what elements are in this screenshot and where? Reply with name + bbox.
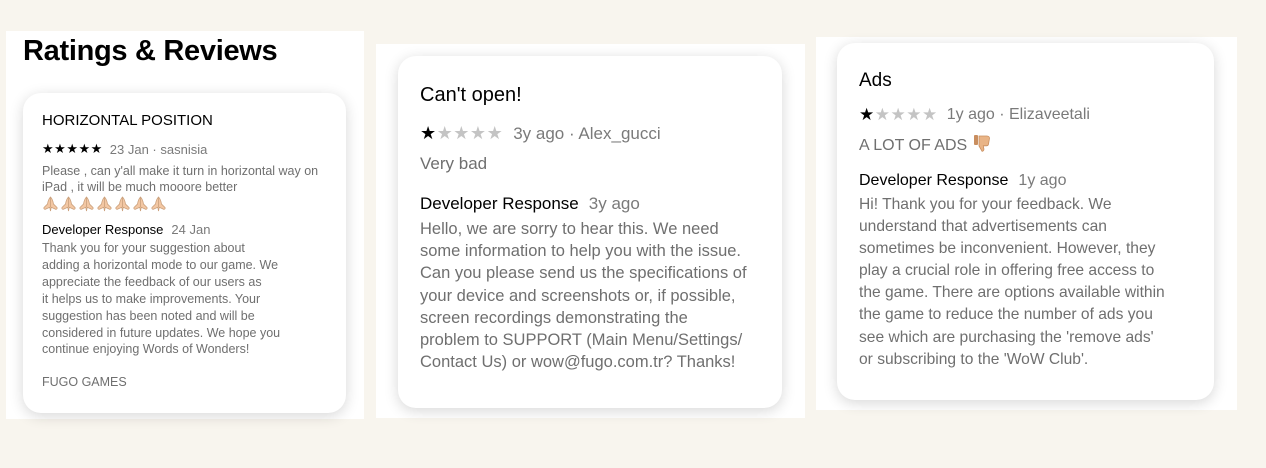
star-empty-icon: ★ xyxy=(436,123,453,143)
review-text: A LOT OF ADS xyxy=(859,136,968,154)
developer-response-text: Hi! Thank you for your feedback. We unde… xyxy=(859,196,1165,368)
rating-row: ★ ★ ★ ★ ★ 3y ago · Alex_gucci xyxy=(420,123,762,144)
review-title: Can't open! xyxy=(420,84,522,106)
developer-response-header: Developer Response 3y ago xyxy=(420,194,762,214)
star-empty-icon: ★ xyxy=(922,105,938,124)
star-filled-icon: ★ xyxy=(42,141,54,156)
folded-hands-icon xyxy=(150,196,167,216)
review-title: HORIZONTAL POSITION xyxy=(42,112,213,129)
review-meta: 23 Jan · sasnisia xyxy=(109,141,208,157)
star-empty-icon: ★ xyxy=(486,123,503,143)
star-filled-icon: ★ xyxy=(78,141,91,156)
review-card[interactable]: HORIZONTAL POSITION ★ ★ ★ ★ ★ 23 Jan · sasni… xyxy=(23,93,346,413)
star-filled-icon: ★ xyxy=(54,141,66,156)
developer-response-label: Developer Response xyxy=(420,194,579,213)
developer-response-header: Developer Response 24 Jan xyxy=(42,222,328,237)
folded-hands-icon xyxy=(60,196,77,216)
star-rating: ★ ★ ★ ★ ★ xyxy=(420,123,503,144)
review-panel-3: Ads ★ ★ ★ ★ ★ 1y ago · Elizaveetali A LOT OF… xyxy=(816,37,1237,410)
star-empty-icon: ★ xyxy=(874,105,890,124)
review-panel-2: Can't open! ★ ★ ★ ★ ★ 3y ago · Alex_gucci Ve… xyxy=(376,44,805,418)
developer-response-date: 1y ago xyxy=(1018,172,1067,189)
star-filled-icon: ★ xyxy=(859,105,875,124)
developer-response-text: Hello, we are sorry to hear this. We nee… xyxy=(420,220,747,372)
star-empty-icon: ★ xyxy=(906,105,922,124)
folded-hands-icon xyxy=(42,196,59,216)
review-body: Please , can y'all make it turn in horiz… xyxy=(42,163,328,216)
review-meta: 1y ago · Elizaveetali xyxy=(946,106,1090,123)
review-card[interactable]: Can't open! ★ ★ ★ ★ ★ 3y ago · Alex_gucci Ve… xyxy=(398,56,782,408)
folded-hands-icon xyxy=(96,196,113,216)
review-title: Ads xyxy=(859,70,892,91)
developer-response-date: 24 Jan xyxy=(171,222,211,237)
folded-hands-icon xyxy=(132,196,149,216)
developer-response-date: 3y ago xyxy=(588,194,640,213)
developer-response-header: Developer Response 1y ago xyxy=(859,172,1196,190)
star-empty-icon: ★ xyxy=(890,105,906,124)
star-filled-icon: ★ xyxy=(90,141,103,156)
thumbs-down-icon xyxy=(973,133,993,158)
star-filled-icon: ★ xyxy=(66,141,78,156)
folded-hands-icon xyxy=(78,196,95,216)
emoji-row xyxy=(42,196,328,216)
developer-response-text: Thank you for your suggestion about addi… xyxy=(42,241,281,357)
rating-row: ★ ★ ★ ★ ★ 1y ago · Elizaveetali xyxy=(859,105,1196,125)
star-empty-icon: ★ xyxy=(469,123,487,143)
review-panel-1: Ratings & Reviews HORIZONTAL POSITION ★ ★… xyxy=(6,31,364,419)
folded-hands-icon xyxy=(114,196,131,216)
review-text: Please , can y'all make it turn in horiz… xyxy=(42,164,319,194)
review-text: Very bad xyxy=(420,154,488,173)
rating-row: ★ ★ ★ ★ ★ 23 Jan · sasnisia xyxy=(42,141,328,157)
star-rating: ★ ★ ★ ★ ★ xyxy=(42,141,103,157)
review-meta: 3y ago · Alex_gucci xyxy=(513,123,661,143)
developer-response-label: Developer Response xyxy=(859,172,1009,189)
section-title: Ratings & Reviews xyxy=(23,35,278,67)
developer-signature: FUGO GAMES xyxy=(42,375,127,390)
star-filled-icon: ★ xyxy=(420,123,437,143)
review-card[interactable]: Ads ★ ★ ★ ★ ★ 1y ago · Elizaveetali A LOT OF… xyxy=(837,43,1214,400)
star-rating: ★ ★ ★ ★ ★ xyxy=(859,105,938,125)
star-empty-icon: ★ xyxy=(453,123,470,143)
developer-response-label: Developer Response xyxy=(42,222,164,237)
review-body: A LOT OF ADS xyxy=(859,133,1196,158)
